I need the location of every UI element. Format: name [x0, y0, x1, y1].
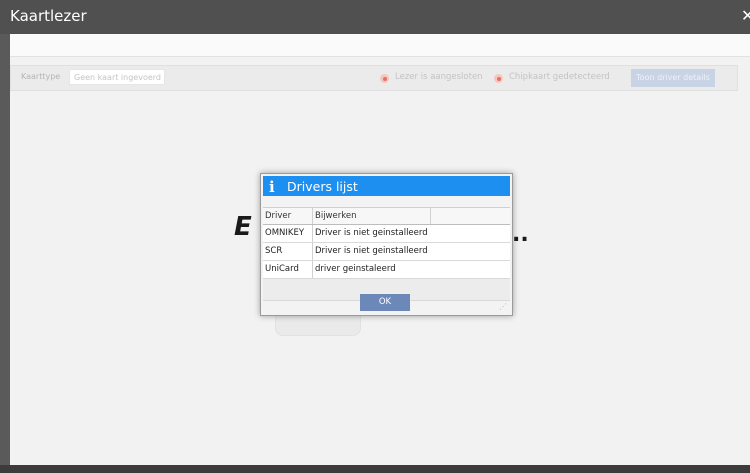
background-message-dots: .. — [512, 222, 529, 247]
card-type-field: Geen kaart ingevoerd — [69, 69, 165, 85]
driver-status: Driver is niet geinstalleerd — [315, 246, 428, 256]
driver-status: driver geinstaleerd — [315, 264, 396, 274]
resize-grip-icon[interactable]: ⋰ — [499, 302, 507, 311]
driver-name: SCR — [265, 246, 283, 256]
background-message: E — [234, 212, 252, 242]
card-type-label: Kaarttype — [21, 72, 61, 81]
show-driver-details-button[interactable]: Toon driver details — [631, 69, 715, 87]
driver-status: Driver is niet geinstalleerd — [315, 228, 428, 238]
drivers-dialog: i Drivers lijst Driver Bijwerken OMNIKEY… — [260, 173, 513, 316]
window-title: Kaartlezer — [10, 7, 87, 25]
close-icon[interactable]: ✕ — [741, 6, 750, 25]
dialog-header: i Drivers lijst — [263, 176, 510, 196]
chip-status-dot-icon — [494, 74, 503, 83]
ok-button[interactable]: OK — [360, 294, 410, 311]
chip-status-label: Chipkaart gedetecteerd — [509, 72, 610, 82]
reader-toolbar: Kaarttype Geen kaart ingevoerd Lezer is … — [10, 65, 738, 91]
column-divider — [430, 208, 431, 224]
info-icon: i — [269, 178, 275, 196]
bottom-bar — [0, 465, 750, 473]
column-divider — [312, 208, 313, 224]
table-row[interactable]: OMNIKEY Driver is niet geinstalleerd — [263, 225, 510, 243]
column-divider — [312, 261, 313, 278]
column-divider — [312, 225, 313, 242]
column-header-driver[interactable]: Driver — [265, 208, 291, 224]
drivers-table: Driver Bijwerken OMNIKEY Driver is niet … — [263, 207, 510, 301]
table-header-row: Driver Bijwerken — [263, 207, 510, 225]
table-row[interactable]: SCR Driver is niet geinstalleerd — [263, 243, 510, 261]
title-bar: Kaartlezer ✕ — [0, 0, 750, 34]
driver-name: UniCard — [265, 264, 299, 274]
column-divider — [312, 243, 313, 260]
reader-status-dot-icon — [380, 74, 389, 83]
table-row[interactable]: UniCard driver geinstaleerd — [263, 261, 510, 279]
dialog-title: Drivers lijst — [287, 179, 358, 194]
top-strip — [10, 34, 750, 57]
driver-name: OMNIKEY — [265, 228, 305, 238]
reader-status-label: Lezer is aangesloten — [395, 72, 483, 82]
column-header-update[interactable]: Bijwerken — [315, 208, 356, 224]
